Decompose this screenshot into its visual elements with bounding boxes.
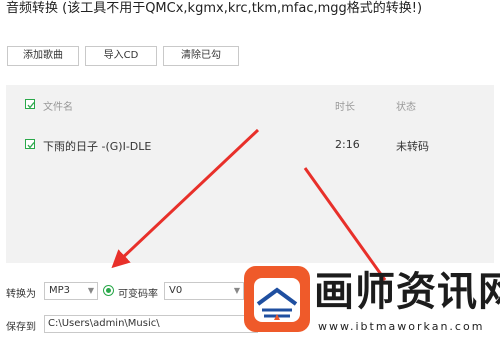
clear-checked-button[interactable]: 清除已勾 xyxy=(163,46,239,66)
watermark: 画师资讯网 www.ibtmaworkan.com xyxy=(244,266,500,340)
chevron-down-icon: ▼ xyxy=(233,286,240,295)
header-status[interactable]: 状态 xyxy=(396,98,416,113)
file-list: 文件名 时长 状态 下雨的日子 -(G)I-DLE 2:16 未转码 xyxy=(6,85,494,263)
watermark-logo-icon xyxy=(244,266,310,332)
chevron-down-icon: ▼ xyxy=(87,286,94,295)
check-icon xyxy=(27,102,35,109)
select-all-checkbox[interactable] xyxy=(25,99,35,109)
row-status: 未转码 xyxy=(396,140,429,153)
header-filename[interactable]: 文件名 xyxy=(43,98,73,113)
format-select[interactable]: MP3 ▼ xyxy=(44,282,98,300)
watermark-logo-mark xyxy=(254,278,300,322)
quality-value: V0 xyxy=(169,285,183,296)
window-title: 音频转换 (该工具不用于QMCx,kgmx,krc,tkm,mfac,mgg格式… xyxy=(6,1,423,16)
vbr-radio[interactable] xyxy=(103,285,114,296)
header-duration[interactable]: 时长 xyxy=(335,98,355,113)
row-duration: 2:16 xyxy=(335,138,360,151)
watermark-url: www.ibtmaworkan.com xyxy=(318,320,485,333)
import-cd-button[interactable]: 导入CD xyxy=(85,46,157,66)
add-song-button[interactable]: 添加歌曲 xyxy=(7,46,79,66)
audio-convert-window: 音频转换 (该工具不用于QMCx,kgmx,krc,tkm,mfac,mgg格式… xyxy=(0,0,500,340)
toolbar: 添加歌曲 导入CD 清除已勾 xyxy=(7,46,239,66)
convert-label: 转换为 xyxy=(6,289,36,300)
watermark-text: 画师资讯网 xyxy=(314,269,500,315)
row-filename: 下雨的日子 -(G)I-DLE xyxy=(43,140,152,153)
quality-select[interactable]: V0 ▼ xyxy=(164,282,244,300)
vbr-label[interactable]: 可变码率 xyxy=(118,285,158,300)
check-icon xyxy=(27,142,35,149)
format-value: MP3 xyxy=(49,285,71,296)
row-checkbox[interactable] xyxy=(25,139,35,149)
save-label: 保存到 xyxy=(6,322,36,333)
save-path-input[interactable]: C:\Users\admin\Music\ xyxy=(44,315,258,333)
